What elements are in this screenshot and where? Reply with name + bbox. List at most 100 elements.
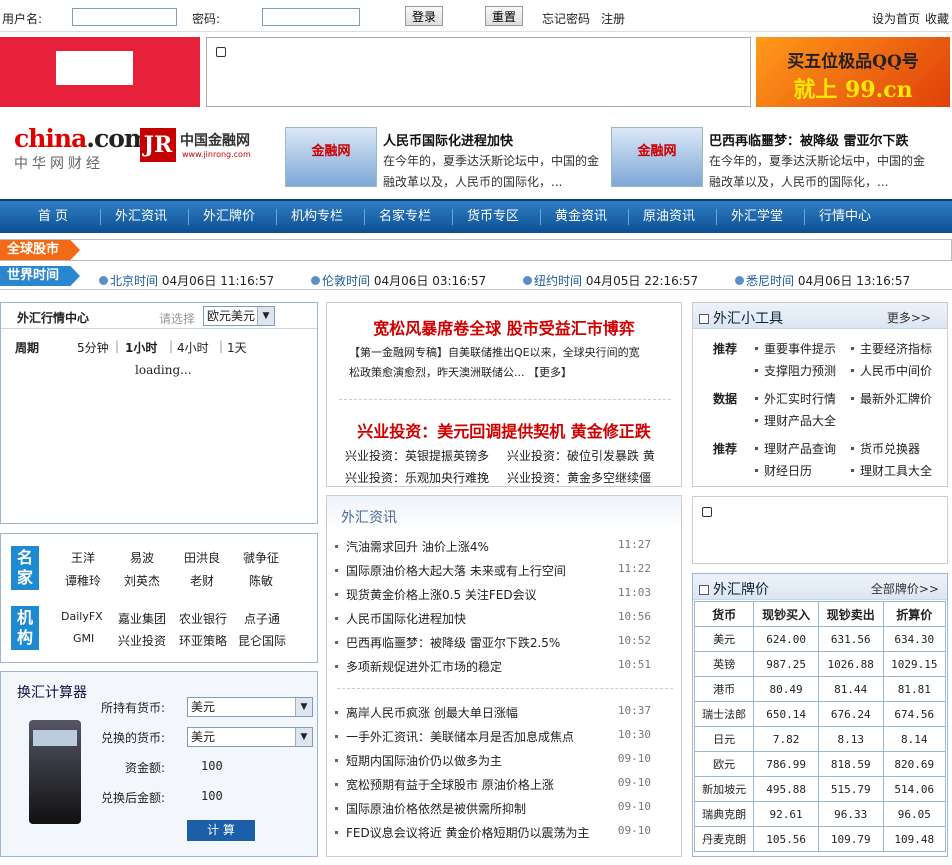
institution-name[interactable]: 嘉业集团 [118,610,166,627]
list-item[interactable]: 一手外汇资讯：美联储本月是否加息成焦点 10:30 [335,728,675,748]
tool-link[interactable]: 人民币中间价 [851,362,932,379]
list-item[interactable]: 离岸人民币疯涨 创最大单日涨幅 10:37 [335,704,675,724]
username-input[interactable] [72,8,177,26]
nav-oil[interactable]: 原油资讯 [630,201,708,233]
to-currency-select[interactable]: 美元 ▼ [187,727,313,747]
arrow-box-icon [699,314,709,324]
favorite-link[interactable]: 收藏 [925,10,949,27]
rates-more-link[interactable]: 全部牌价>> [871,580,939,597]
list-item[interactable]: 国际原油价格大起大落 未来或有上行空间 11:22 [335,562,675,582]
news-link[interactable]: 兴业投资：英银提振英镑多 [345,447,489,464]
nav-quotes[interactable]: 行情中心 [806,201,884,233]
more-link[interactable]: 【更多】 [528,366,572,379]
expert-name[interactable]: 老财 [190,572,214,589]
list-item[interactable]: 国际原油价格依然是被供需所抑制 09-10 [335,800,675,820]
jinrong-logo[interactable]: JR 中国金融网 www.jinrong.com [140,128,270,164]
list-item[interactable]: 宽松预期有益于全球股市 原油价格上涨 09-10 [335,776,675,796]
tool-link[interactable]: 重要事件提示 [755,340,836,357]
tool-link[interactable]: 外汇实时行情 [755,390,836,407]
list-item[interactable]: 汽油需求回升 油价上涨4% 11:27 [335,538,675,558]
nav-institutions[interactable]: 机构专栏 [278,201,356,233]
clock-icon [523,276,532,285]
fx-rates-title: 外汇牌价 [699,579,769,599]
tools-group-label: 推荐 [713,342,738,356]
nav-fx-school[interactable]: 外汇学堂 [718,201,796,233]
ad-banner-left[interactable] [0,37,200,107]
tools-more-link[interactable]: 更多>> [887,309,931,326]
expert-name[interactable]: 王洋 [71,549,95,566]
ad-slot-right[interactable] [692,496,948,564]
institution-name[interactable]: 环亚策略 [179,632,227,649]
nav-fx-rates[interactable]: 外汇牌价 [190,201,268,233]
register-link[interactable]: 注册 [601,10,625,27]
headline-image-1[interactable]: 金融网 [285,127,377,187]
expert-name[interactable]: 谭稚玲 [65,572,101,589]
expert-name[interactable]: 陈敏 [249,572,273,589]
tool-link[interactable]: 支撑阻力预测 [755,362,836,379]
institution-name[interactable]: DailyFX [61,610,103,623]
nav-fx-news[interactable]: 外汇资讯 [102,201,180,233]
tool-link[interactable]: 最新外汇牌价 [851,390,932,407]
top-news-headline-1[interactable]: 宽松风暴席卷全球 股市受益汇市博弈 [327,315,681,339]
period-1h[interactable]: 1小时 [125,339,157,356]
tool-link[interactable]: 财经日历 [755,462,812,479]
top-news-summary: 【第一金融网专稿】自美联储推出QE以来，全球央行间的宽 松政策愈演愈烈，昨天澳洲… [349,346,640,379]
amount-input[interactable]: 100 [201,759,223,773]
top-news-headline-2[interactable]: 兴业投资：美元回调提供契机 黄金修正跌 [327,418,681,442]
news-link[interactable]: 兴业投资：破位引发暴跌 黄 [507,447,655,464]
top-news-panel: 宽松风暴席卷全球 股市受益汇市博弈 【第一金融网专稿】自美联储推出QE以来，全球… [326,302,682,487]
tool-link[interactable]: 理财产品查询 [755,440,836,457]
institution-name[interactable]: 点子通 [244,610,280,627]
nav-currency[interactable]: 货币专区 [454,201,532,233]
global-stock-tab[interactable]: 全球股市 [0,240,80,260]
tool-link[interactable]: 理财产品大全 [755,412,836,429]
list-item[interactable]: 短期内国际油价仍以做多为主 09-10 [335,752,675,772]
broken-image-icon [702,507,712,517]
nav-gold[interactable]: 黄金资讯 [542,201,620,233]
password-input[interactable] [262,8,360,26]
headline-image-2[interactable]: 金融网 [611,127,703,187]
tool-link[interactable]: 货币兑换器 [851,440,920,457]
clock-icon [99,276,108,285]
calculate-button[interactable]: 计 算 [187,820,255,841]
headline-2-title[interactable]: 巴西再临噩梦：被降级 雷亚尔下跌 [709,130,939,149]
set-home-link[interactable]: 设为首页 [872,10,920,27]
nav-home[interactable]: 首 页 [14,201,92,233]
tool-link[interactable]: 主要经济指标 [851,340,932,357]
expert-name[interactable]: 易波 [130,549,154,566]
have-currency-label: 所持有货币: [101,701,166,715]
reset-button[interactable]: 重置 [485,6,524,26]
world-time-tab: 世界时间 [0,266,80,286]
calculator-title: 换汇计算器 [17,685,87,701]
institution-name[interactable]: 农业银行 [179,610,227,627]
period-1d[interactable]: 1天 [227,339,247,356]
institution-name[interactable]: 兴业投资 [118,632,166,649]
period-5min[interactable]: 5分钟 [77,339,109,356]
period-4h[interactable]: 4小时 [177,339,209,356]
tools-group-label: 推荐 [713,442,738,456]
china-com-logo[interactable]: china.com 中华网财经 [14,124,150,174]
ad-banner-right[interactable]: 买五位极品QQ号 就上 99.cn [756,37,950,107]
list-item[interactable]: 多项新规促进外汇市场的稳定 10:51 [335,658,675,678]
expert-name[interactable]: 田洪良 [184,549,220,566]
expert-name[interactable]: 虢争征 [243,549,279,566]
institution-name[interactable]: GMI [73,632,94,645]
ad-banner-middle[interactable] [206,37,751,107]
news-link[interactable]: 兴业投资：黄金多空继续僵 [507,469,651,486]
have-currency-select[interactable]: 美元 ▼ [187,697,313,717]
headline-1-title[interactable]: 人民币国际化进程加快 [383,130,603,149]
list-item[interactable]: 现货黄金价格上涨0.5 关注FED会议 11:03 [335,586,675,606]
news-link[interactable]: 兴业投资：乐观加央行难挽 [345,469,489,486]
expert-name[interactable]: 刘英杰 [124,572,160,589]
list-item[interactable]: 巴西再临噩梦：被降级 雷亚尔下跌2.5% 10:52 [335,634,675,654]
tool-link[interactable]: 理财工具大全 [851,462,932,479]
login-button[interactable]: 登录 [405,6,444,26]
list-item[interactable]: 人民币国际化进程加快 10:56 [335,610,675,630]
nav-experts[interactable]: 名家专栏 [366,201,444,233]
pair-select[interactable]: 欧元美元 ▼ [203,306,275,326]
forgot-password-link[interactable]: 忘记密码 [542,10,590,27]
experts-label: 名家 [11,546,39,590]
institution-name[interactable]: 昆仑国际 [238,632,286,649]
list-item[interactable]: FED议息会议将近 黄金价格短期仍以震荡为主 09-10 [335,824,675,844]
jr-logo-mark: JR [140,128,176,162]
